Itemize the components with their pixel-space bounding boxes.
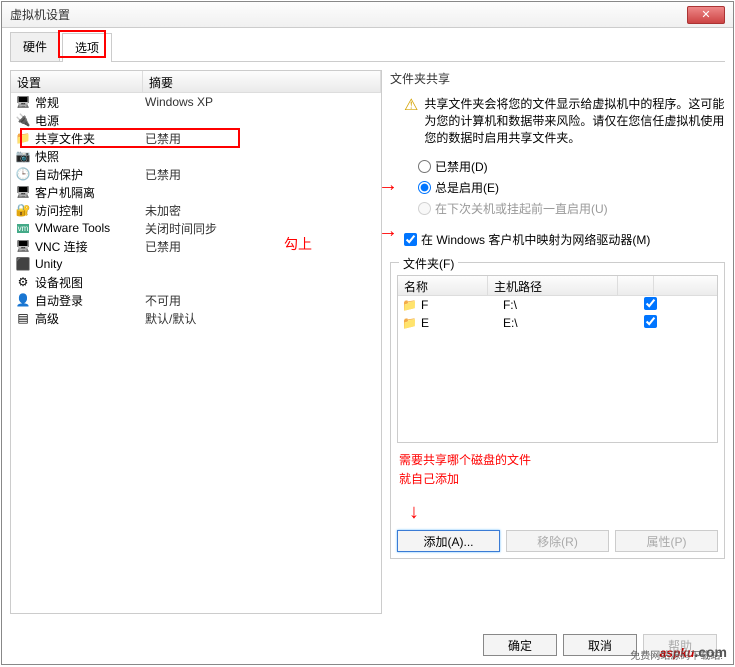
row-name: 高级 <box>35 310 145 327</box>
ok-button[interactable]: 确定 <box>483 634 557 656</box>
settings-row-7[interactable]: vm VMware Tools关闭时间同步 <box>11 219 381 237</box>
settings-row-12[interactable]: ▤高级默认/默认 <box>11 309 381 327</box>
row-icon: 🖥 <box>15 94 31 110</box>
add-folder-button[interactable]: 添加(A)... <box>397 530 500 552</box>
row-summary: 默认/默认 <box>145 310 377 327</box>
window-title: 虚拟机设置 <box>10 6 70 23</box>
row-name: 自动登录 <box>35 292 145 309</box>
list-header-setting: 设置 <box>11 71 143 92</box>
row-summary: 已禁用 <box>145 130 377 147</box>
fl-head-name: 名称 <box>398 276 488 295</box>
row-summary: 关闭时间同步 <box>145 220 377 237</box>
row-name: 快照 <box>35 148 145 165</box>
folders-group: 文件夹(F) 名称 主机路径 📁FF:\📁EE:\ 需要共享哪个磁盘的文件 就自… <box>390 262 725 559</box>
annotation-check-text: 勾上 <box>284 234 312 254</box>
row-icon: 🔐 <box>15 202 31 218</box>
settings-row-10[interactable]: ⚙设备视图 <box>11 273 381 291</box>
folder-name: F <box>421 298 503 312</box>
row-name: 访问控制 <box>35 202 145 219</box>
right-panel: 文件夹共享 ⚠ 共享文件夹会将您的文件显示给虚拟机中的程序。这可能为您的计算机和… <box>390 70 725 614</box>
watermark-sub: 免费网站源码下载站! <box>630 647 723 662</box>
folder-list: 名称 主机路径 📁 FF:\ 📁 EE:\ <box>397 275 718 443</box>
row-name: 设备视图 <box>35 274 145 291</box>
folder-path: F:\ <box>503 298 629 312</box>
row-name: VNC 连接 <box>35 238 145 255</box>
row-icon: vm <box>15 220 31 236</box>
tabs: 硬件 选项 <box>10 32 725 62</box>
list-header-summary: 摘要 <box>143 71 381 92</box>
warning-icon: ⚠ <box>404 95 418 115</box>
folder-name: E <box>421 316 503 330</box>
checkbox-map-drive[interactable]: 在 Windows 客户机中映射为网络驱动器(M) <box>404 231 725 248</box>
row-name: 共享文件夹 <box>35 130 145 147</box>
folders-legend: 文件夹(F) <box>399 255 458 272</box>
tab-options[interactable]: 选项 <box>62 33 112 62</box>
radio-disabled[interactable]: 已禁用(D) <box>418 158 725 175</box>
settings-list: 设置 摘要 🖥常规Windows XP🔌电源📁共享文件夹已禁用📷快照🕒自动保护已… <box>10 70 382 614</box>
row-summary: 不可用 <box>145 292 377 309</box>
annotation-arrow-1: → <box>378 174 418 197</box>
row-summary: 未加密 <box>145 202 377 219</box>
settings-row-6[interactable]: 🔐访问控制未加密 <box>11 201 381 219</box>
settings-row-9[interactable]: ⬛ Unity <box>11 255 381 273</box>
radio-until: 在下次关机或挂起前一直启用(U) <box>418 200 725 217</box>
row-icon: ⚙ <box>15 274 31 290</box>
row-name: 自动保护 <box>35 166 145 183</box>
list-header: 设置 摘要 <box>11 71 381 93</box>
settings-row-3[interactable]: 📷快照 <box>11 147 381 165</box>
row-icon: 📁 <box>15 130 31 146</box>
row-icon: ▤ <box>15 310 31 326</box>
row-name: 客户机隔离 <box>35 184 145 201</box>
tab-hardware[interactable]: 硬件 <box>10 32 60 61</box>
annotation-folders: 需要共享哪个磁盘的文件 就自己添加 <box>397 449 718 491</box>
settings-row-0[interactable]: 🖥常规Windows XP <box>11 93 381 111</box>
fl-head-check <box>618 276 654 295</box>
settings-row-1[interactable]: 🔌电源 <box>11 111 381 129</box>
row-icon: ⬛ <box>15 256 31 272</box>
remove-folder-button: 移除(R) <box>506 530 609 552</box>
settings-row-8[interactable]: 🖥VNC 连接已禁用 <box>11 237 381 255</box>
window-close-button[interactable]: ✕ <box>687 6 725 24</box>
title-bar: 虚拟机设置 ✕ <box>2 2 733 28</box>
settings-row-2[interactable]: 📁共享文件夹已禁用 <box>11 129 381 147</box>
folder-row-1[interactable]: 📁 EE:\ <box>398 314 717 332</box>
annotation-arrow-down: ↓ <box>409 501 718 524</box>
settings-row-5[interactable]: 🖥客户机隔离 <box>11 183 381 201</box>
annotation-arrow-2: → <box>378 220 418 243</box>
row-icon: 🖥 <box>15 238 31 254</box>
share-title: 文件夹共享 <box>390 70 725 87</box>
row-icon: 🖥 <box>15 184 31 200</box>
row-icon: 🕒 <box>15 166 31 182</box>
folder-enabled-checkbox[interactable] <box>629 315 657 331</box>
row-summary: 已禁用 <box>145 238 377 255</box>
folder-icon: 📁 <box>402 298 417 312</box>
row-summary: 已禁用 <box>145 166 377 183</box>
fl-head-path: 主机路径 <box>488 276 618 295</box>
settings-row-4[interactable]: 🕒自动保护已禁用 <box>11 165 381 183</box>
folder-row-0[interactable]: 📁 FF:\ <box>398 296 717 314</box>
folder-path: E:\ <box>503 316 629 330</box>
folder-enabled-checkbox[interactable] <box>629 297 657 313</box>
share-warning-text: 共享文件夹会将您的文件显示给虚拟机中的程序。这可能为您的计算机和数据带来风险。请… <box>424 95 725 146</box>
row-icon: 👤 <box>15 292 31 308</box>
cancel-button[interactable]: 取消 <box>563 634 637 656</box>
row-name: 常规 <box>35 94 145 111</box>
row-name: Unity <box>35 257 145 271</box>
row-icon: 📷 <box>15 148 31 164</box>
row-name: 电源 <box>35 112 145 129</box>
row-name: VMware Tools <box>35 221 145 235</box>
folder-properties-button: 属性(P) <box>615 530 718 552</box>
radio-always[interactable]: 总是启用(E) <box>418 179 725 196</box>
row-summary: Windows XP <box>145 95 377 109</box>
folder-icon: 📁 <box>402 316 417 330</box>
row-icon: 🔌 <box>15 112 31 128</box>
settings-row-11[interactable]: 👤自动登录不可用 <box>11 291 381 309</box>
